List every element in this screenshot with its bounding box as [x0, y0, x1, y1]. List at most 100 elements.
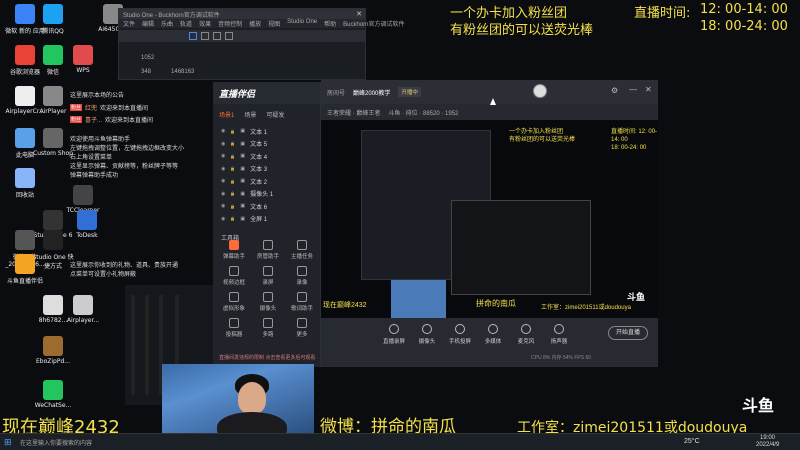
app-icon [43, 45, 63, 65]
room-meta-bar: 王者荣耀 · 巅峰王者 斗鱼 · 排位 · 88520 · 1952 [321, 104, 658, 120]
bottom-tool-button[interactable]: 扬声器 [544, 324, 574, 345]
webcam-feed [162, 364, 314, 442]
app-icon [43, 4, 63, 24]
settings-icon[interactable]: ⚙ [611, 86, 618, 95]
menu-item[interactable]: 视图 [268, 19, 280, 28]
menu-item[interactable]: 编辑 [142, 19, 154, 28]
menu-item[interactable]: 效果 [199, 19, 211, 28]
desktop-icon[interactable]: 斗鱼直播伴侣 [4, 254, 46, 285]
eye-icon[interactable]: ◉ [221, 166, 225, 172]
eye-icon[interactable]: ◉ [221, 141, 225, 147]
menu-item[interactable]: 帮助 [324, 19, 336, 28]
desktop-icon[interactable]: 回收站 [4, 168, 46, 199]
source-item[interactable]: ◉ 🔒 ▣ 文本 4 [213, 150, 320, 163]
tool-icon[interactable] [201, 32, 209, 40]
tool-button[interactable]: 房管助手 [255, 240, 281, 260]
chat-note: 左键拖拽调整位置，左键拖拽边框改变大小 [70, 146, 185, 152]
chat-user: 喜子... [85, 118, 103, 124]
avatar[interactable] [533, 84, 547, 98]
tool-icon[interactable] [225, 32, 233, 40]
close-icon[interactable]: ✕ [645, 85, 652, 94]
scene-tab[interactable]: 可疑发 [266, 110, 284, 119]
minimize-button[interactable]: — [629, 85, 637, 94]
source-label: 摄像头 1 [250, 192, 274, 199]
source-list: ◉ 🔒 ▣ 文本 1 ◉ 🔒 ▣ 文本 5 ◉ 🔒 ▣ 文本 4 ◉ 🔒 ▣ 文本 3 ◉ 🔒 ▣ 文本 2 ◉ 🔒 ▣ 摄像… [213, 125, 320, 225]
menu-item[interactable]: 音频控制 [218, 19, 242, 28]
tool-button[interactable]: 更多 [289, 318, 315, 338]
menu-item[interactable]: 乐曲 [161, 19, 173, 28]
tool-icon [297, 240, 307, 250]
lock-icon[interactable]: 🔒 [230, 141, 235, 146]
bottom-tool-button[interactable]: 摄像头 [412, 324, 442, 345]
lock-icon[interactable]: 🔒 [230, 129, 235, 134]
menu-item[interactable]: Studio One [287, 19, 317, 28]
menu-item[interactable]: 播放 [249, 19, 261, 28]
desktop-icon[interactable]: EboZipPd... [32, 336, 74, 365]
lock-icon[interactable]: 🔒 [230, 154, 235, 159]
tool-button[interactable]: 多路 [255, 318, 281, 338]
window-close-button[interactable]: ✕ [356, 10, 362, 18]
tool-button[interactable]: 虚拟形象 [221, 292, 247, 312]
source-item[interactable]: ◉ 🔒 ▣ 摄像头 1 [213, 188, 320, 201]
nested-preview-cam [391, 280, 446, 318]
source-item[interactable]: ◉ 🔒 ▣ 文本 6 [213, 200, 320, 213]
start-live-button[interactable]: 开始直播 [608, 326, 648, 340]
desktop-icon[interactable]: Custom Shop [32, 128, 74, 157]
scene-tab[interactable]: 场景 [244, 110, 256, 119]
eye-icon[interactable]: ◉ [221, 128, 225, 134]
eye-icon[interactable]: ◉ [221, 178, 225, 184]
tool-button[interactable]: 摄像头 [255, 292, 281, 312]
tool-label: 弹幕助手 [222, 254, 245, 260]
tool-icon [263, 292, 273, 302]
start-button[interactable]: ⊞ [4, 437, 12, 448]
desktop-icon[interactable]: WeChatSe... [32, 380, 74, 409]
source-item[interactable]: ◉ 🔒 ▣ 文本 1 [213, 125, 320, 138]
tool-button[interactable]: 录屏 [255, 266, 281, 286]
tool-icon[interactable] [189, 32, 197, 40]
menu-item[interactable]: 文件 [123, 19, 135, 28]
source-item[interactable]: ◉ 🔒 ▣ 全屏 1 [213, 213, 320, 226]
menu-item[interactable]: Buckhorn官方调试软件 [343, 19, 404, 28]
desktop-icon[interactable]: AirPlayer [32, 86, 74, 115]
bottom-tool-button[interactable]: 手机投屏 [445, 324, 475, 345]
nested-window [451, 200, 591, 295]
desktop-icon-label: Airplayer... [66, 317, 100, 324]
source-item[interactable]: ◉ 🔒 ▣ 文本 3 [213, 163, 320, 176]
lock-icon[interactable]: 🔒 [230, 216, 235, 221]
eye-icon[interactable]: ◉ [221, 153, 225, 159]
tool-icon[interactable] [213, 32, 221, 40]
source-label: 文本 4 [250, 154, 268, 161]
stream-title: 王者荣耀 · 巅峰王者 [327, 110, 381, 117]
source-item[interactable]: ◉ 🔒 ▣ 文本 5 [213, 138, 320, 151]
scene-tabs: 场景1 场景 可疑发 [213, 104, 320, 121]
taskbar-search[interactable]: 在这里输入你要搜索的内容 [20, 438, 140, 447]
source-item[interactable]: ◉ 🔒 ▣ 文本 2 [213, 175, 320, 188]
lock-icon[interactable]: 🔒 [230, 204, 235, 209]
eye-icon[interactable]: ◉ [221, 203, 225, 209]
tool-button[interactable]: 弹幕助手 [221, 240, 247, 260]
source-type-icon: ▣ [240, 190, 246, 197]
bottom-toolbar: 直播录屏 摄像头 手机投屏 多媒体 麦克风 扬声器 开始直播 CPU 8% 内存 54% FP… [321, 318, 658, 367]
perf-stats: CPU 8% 内存 54% FPS 60 [531, 355, 592, 361]
scene-tab[interactable]: 场景1 [219, 110, 234, 119]
tool-button[interactable]: 投稿器 [221, 318, 247, 338]
desktop-icon[interactable]: 腾讯QQ [32, 4, 74, 35]
tool-button[interactable]: 主播任务 [289, 240, 315, 260]
lock-icon[interactable]: 🔒 [230, 166, 235, 171]
bottom-tool-button[interactable]: 直播录屏 [379, 324, 409, 345]
tool-button[interactable]: 视频边框 [221, 266, 247, 286]
bottom-tool-icon [488, 324, 498, 334]
menu-item[interactable]: 轨道 [180, 19, 192, 28]
tool-button[interactable]: 歌词助手 [289, 292, 315, 312]
lock-icon[interactable]: 🔒 [230, 179, 235, 184]
desktop-icon[interactable]: WPS [62, 45, 104, 74]
eye-icon[interactable]: ◉ [221, 191, 225, 197]
app-icon [43, 230, 63, 250]
tool-button[interactable]: 录像 [289, 266, 315, 286]
lock-icon[interactable]: 🔒 [230, 191, 235, 196]
eye-icon[interactable]: ◉ [221, 216, 225, 222]
desktop-icon[interactable]: Airplayer... [62, 295, 104, 324]
bottom-tool-button[interactable]: 麦克风 [511, 324, 541, 345]
bottom-tool-button[interactable]: 多媒体 [478, 324, 508, 345]
tool-label: 虚拟形象 [222, 306, 245, 312]
